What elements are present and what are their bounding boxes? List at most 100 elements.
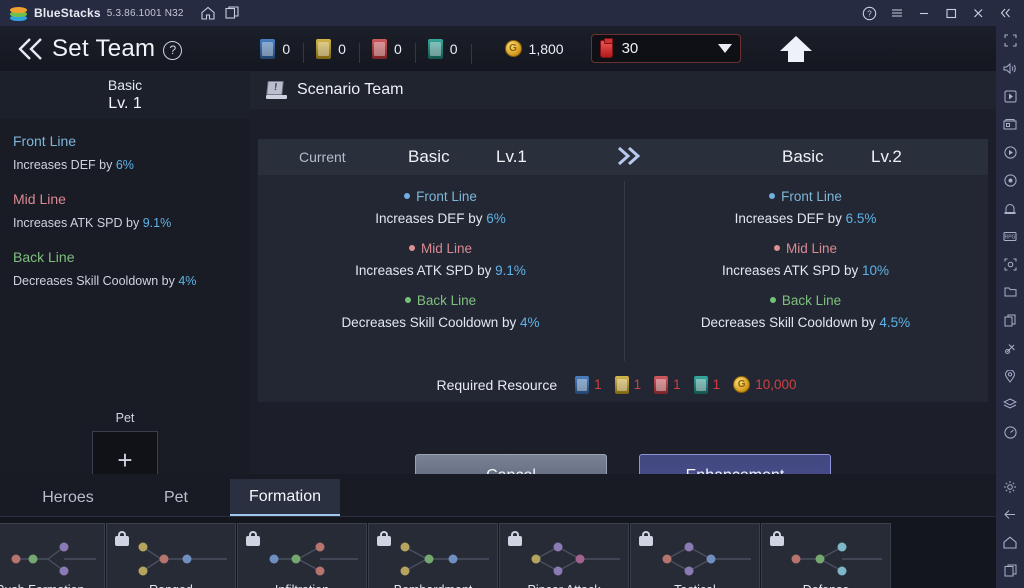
help-icon[interactable]: ? [856, 2, 883, 24]
recents-icon[interactable] [999, 560, 1021, 581]
yellow-card-icon [316, 38, 332, 59]
double-chevron-right-icon [613, 143, 645, 174]
resource-blue-card[interactable]: 0 [247, 38, 303, 59]
eco-mode-icon[interactable] [999, 422, 1021, 443]
stat-name: Back Line [781, 293, 842, 308]
resource-gold[interactable]: G 1,800 [470, 40, 577, 64]
stat-back-line-current: Back Line Decreases Skill Cooldown by 4% [258, 293, 623, 330]
resource-yellow-card[interactable]: 0 [303, 38, 359, 63]
gold-coin-icon: G [733, 376, 751, 393]
tab-formation[interactable]: Formation [230, 479, 340, 516]
game-viewport: Set Team ? 0 0 0 0 G 1,800 30 Basic Lv. … [0, 26, 996, 588]
folder-icon[interactable] [999, 282, 1021, 303]
line-name: Back Line [13, 249, 75, 265]
resource-teal-card[interactable]: 0 [414, 38, 471, 63]
formation-diagram [531, 542, 620, 576]
stat-name: Back Line [416, 293, 477, 308]
next-level: Lv.2 [871, 147, 902, 166]
rpg-mode-icon[interactable]: RPG [999, 226, 1021, 247]
formation-card-label: Defense [762, 583, 890, 588]
volume-icon[interactable] [999, 58, 1021, 79]
required-resource-label: Required Resource [436, 376, 558, 393]
gold-value: 1,800 [528, 40, 564, 57]
back-icon[interactable] [999, 504, 1021, 525]
help-icon[interactable]: ? [163, 40, 183, 60]
formation-summary-panel: Basic Lv. 1 Front Line Increases DEF by … [0, 71, 250, 505]
formation-card[interactable]: Infiltration [237, 523, 367, 588]
stat-value: 4.5% [879, 315, 911, 330]
minimize-icon[interactable] [910, 2, 937, 24]
bullet-dot-icon [404, 193, 411, 199]
dialog-title-bar: Scenario Team [250, 71, 996, 109]
required-value: 1 [633, 377, 642, 392]
formation-diagram [662, 542, 751, 576]
shake-icon[interactable] [999, 338, 1021, 359]
chevron-down-icon[interactable] [717, 44, 732, 53]
layers-icon[interactable] [999, 394, 1021, 415]
comparison-header: Current Basic Lv.1 Basic Lv.2 [258, 139, 988, 175]
formation-card[interactable]: Defense [761, 523, 891, 588]
svg-text:RPG: RPG [1005, 234, 1016, 240]
fullscreen-icon[interactable] [999, 30, 1021, 51]
stat-desc-prefix: Increases ATK SPD by [721, 263, 863, 278]
home-icon[interactable] [999, 532, 1021, 553]
home-button[interactable] [775, 32, 817, 66]
resource-strip: 0 0 0 0 G 1,800 [247, 38, 577, 64]
stat-desc: Decreases Skill Cooldown by 4% [258, 315, 623, 330]
home-icon[interactable] [196, 2, 220, 24]
formation-diagram [791, 542, 882, 576]
stat-name: Front Line [416, 189, 477, 204]
line-desc: Increases ATK SPD by 9.1% [13, 216, 237, 230]
line-name: Mid Line [13, 191, 66, 207]
energy-value: 30 [621, 40, 639, 57]
maximize-icon[interactable] [937, 2, 964, 24]
formation-card[interactable]: Tactical [630, 523, 760, 588]
keymapping-icon[interactable] [999, 86, 1021, 107]
teal-card-icon [427, 38, 443, 59]
stat-name: Mid Line [785, 241, 838, 256]
settings-icon[interactable] [999, 476, 1021, 497]
formation-level: Lv. 1 [108, 95, 142, 112]
required-teal-card: 1 [693, 375, 721, 394]
bottom-tab-bar: Heroes Pet Formation Enhance Formation [0, 474, 996, 517]
enhancement-dialog: Scenario Team Current Basic Lv.1 Basic L… [250, 71, 996, 498]
formation-card-label: Rush Formation [0, 583, 104, 588]
resource-value: 0 [338, 40, 346, 57]
location-icon[interactable] [999, 366, 1021, 387]
stat-back-line-next: Back Line Decreases Skill Cooldown by 4.… [623, 293, 988, 330]
stat-name-row: Front Line [623, 189, 988, 204]
record-icon[interactable] [999, 170, 1021, 191]
media-manager-icon[interactable] [999, 114, 1021, 135]
copy-icon[interactable] [999, 310, 1021, 331]
stat-name-row: Front Line [258, 189, 623, 204]
play-icon[interactable] [999, 142, 1021, 163]
macro-icon[interactable] [999, 198, 1021, 219]
collapse-icon[interactable] [991, 2, 1018, 24]
line-value: 9.1% [142, 216, 172, 230]
stat-desc: Increases ATK SPD by 9.1% [258, 263, 623, 278]
back-arrow-icon[interactable] [14, 34, 48, 64]
tab-pet[interactable]: Pet [140, 479, 212, 516]
formation-card[interactable]: Ranged [106, 523, 236, 588]
formation-line-mid: Mid Line Increases ATK SPD by 9.1% [13, 191, 237, 230]
required-value: 1 [712, 377, 721, 392]
stat-mid-line-current: Mid Line Increases ATK SPD by 9.1% [258, 241, 623, 278]
multi-instance-icon[interactable] [220, 2, 244, 24]
stat-desc-prefix: Increases DEF by [375, 211, 487, 226]
stat-name: Mid Line [420, 241, 473, 256]
tab-heroes[interactable]: Heroes [20, 479, 116, 516]
stat-value: 10% [862, 263, 890, 278]
energy-dropdown[interactable]: 30 [590, 34, 741, 63]
resource-value: 0 [449, 40, 458, 57]
resource-red-card[interactable]: 0 [358, 38, 415, 63]
formation-card[interactable]: Rush Formation [0, 523, 105, 588]
formation-card[interactable]: Bombardment [368, 523, 498, 588]
formation-card[interactable]: Pincer Attack [499, 523, 629, 588]
close-icon[interactable] [964, 2, 991, 24]
formation-diagram [11, 542, 96, 576]
screenshot-icon[interactable] [999, 254, 1021, 275]
required-red-card: 1 [654, 375, 681, 394]
menu-icon[interactable] [883, 2, 910, 24]
formation-grade-header: Basic Lv. 1 [0, 71, 250, 119]
comparison-body: Front Line Increases DEF by 6% Mid Line … [258, 175, 988, 367]
